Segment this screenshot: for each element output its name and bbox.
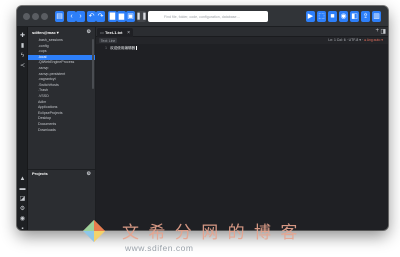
save-icon[interactable]: ▣ [126, 11, 135, 22]
code-line[interactable]: 1 欢迎使用编辑器 [96, 45, 388, 51]
view-icon[interactable]: ◉ [339, 11, 348, 22]
add-tab-icon[interactable]: + [375, 28, 379, 34]
bookmark-icon[interactable]: ■ [328, 11, 337, 22]
lock-icon[interactable]: ▪ [19, 225, 26, 231]
file-explorer-panel: sdifen@mac ▾ ⚙ .bash_sessions .config .cup… [28, 27, 96, 230]
window-maximize-button[interactable] [41, 13, 48, 20]
new-file-icon[interactable]: ▇ [108, 11, 117, 22]
share-icon[interactable]: ⇪ [361, 11, 370, 22]
sidebar-toggle-icon[interactable]: ▤ [55, 11, 64, 22]
explorer-title[interactable]: sdifen@mac ▾ [32, 30, 59, 35]
activity-rail: ✚ ▮ ϟ ≺ ▲ ▬ ◪ ⚙ ◉ ▪ [17, 27, 28, 230]
add-icon[interactable]: ✚ [19, 32, 26, 39]
layout-icon[interactable]: ⬚ [317, 11, 326, 22]
editor-info-bar: Text: Line Ln: 1 Col: 6 · UTF-8 ▾ · ● An… [96, 37, 388, 44]
search-input[interactable]: Find file, folder, code, configuration, … [148, 11, 268, 22]
sidebar-item[interactable]: Downloads [28, 128, 95, 134]
window-minimize-button[interactable] [32, 13, 39, 20]
tab-label: Text-1.txt [105, 30, 123, 35]
tab-bar: ▭ Text-1.txt × + ◨ [96, 27, 388, 37]
redo-icon[interactable]: ↷ [96, 11, 105, 22]
split-editor-icon[interactable]: ◨ [380, 28, 386, 35]
pause-icon[interactable]: ❚❚ [136, 11, 147, 22]
line-text[interactable]: 欢迎使用编辑器 [110, 46, 135, 51]
terminal-icon[interactable]: ▬ [19, 185, 26, 192]
watermark-title: 文 希 分 网 的 博 客 [122, 223, 300, 243]
position-status: Ln: 1 Col: 6 · UTF-8 ▾ · [328, 38, 364, 42]
projects-header[interactable]: Projects ⚙ [28, 169, 95, 177]
explorer-header: sdifen@mac ▾ ⚙ [28, 27, 95, 37]
projects-label: Projects [32, 171, 48, 176]
settings-icon[interactable]: ⚙ [19, 205, 26, 212]
chart-icon[interactable]: ◪ [19, 195, 26, 202]
forward-icon[interactable]: › [76, 11, 85, 22]
tab-text-file[interactable]: ▭ Text-1.txt × [97, 28, 133, 37]
editor-area: ▭ Text-1.txt × + ◨ Text: Line Ln: 1 Col:… [96, 27, 388, 230]
text-cursor [136, 46, 138, 50]
back-icon[interactable]: ‹ [67, 11, 76, 22]
run-icon[interactable]: ▶ [306, 11, 315, 22]
flask-icon[interactable]: ▲ [19, 175, 26, 182]
folder-icon[interactable]: ▮ [19, 42, 26, 49]
cursor-status: Ln: 1 Col: 6 · UTF-8 ▾ · ● Ang:auto ▾ [328, 38, 383, 42]
window-close-button[interactable] [23, 13, 30, 20]
gear-icon[interactable]: ⚙ [87, 171, 91, 177]
line-number: 1 [104, 46, 107, 50]
scrollbar[interactable] [92, 39, 94, 89]
close-icon[interactable]: × [127, 30, 130, 36]
app-window: ▤ ‹ › ↶ ↷ ▇ ▆ ▣ ❚❚ Find file, folder, co… [17, 6, 388, 230]
split-icon[interactable]: ◧ [350, 11, 359, 22]
help-icon[interactable]: ◉ [19, 215, 26, 222]
panel-right-icon[interactable]: ▥ [372, 11, 381, 22]
open-folder-icon[interactable]: ▆ [117, 11, 126, 22]
lightning-icon[interactable]: ϟ [19, 52, 26, 59]
site-logo-icon [83, 220, 105, 242]
share-node-icon[interactable]: ≺ [19, 62, 26, 69]
undo-icon[interactable]: ↶ [87, 11, 96, 22]
watermark-url: www.sdifen.com [125, 243, 194, 253]
title-bar: ▤ ‹ › ↶ ↷ ▇ ▆ ▣ ❚❚ Find file, folder, co… [17, 6, 388, 27]
file-tree: .bash_sessions .config .cups .local .QtWebEn… [28, 38, 95, 133]
mode-pill[interactable]: Text: Line [99, 38, 117, 43]
file-icon: ▭ [100, 30, 104, 35]
language-status[interactable]: ● Ang:auto ▾ [364, 38, 383, 42]
gear-icon[interactable]: ⚙ [87, 29, 91, 35]
